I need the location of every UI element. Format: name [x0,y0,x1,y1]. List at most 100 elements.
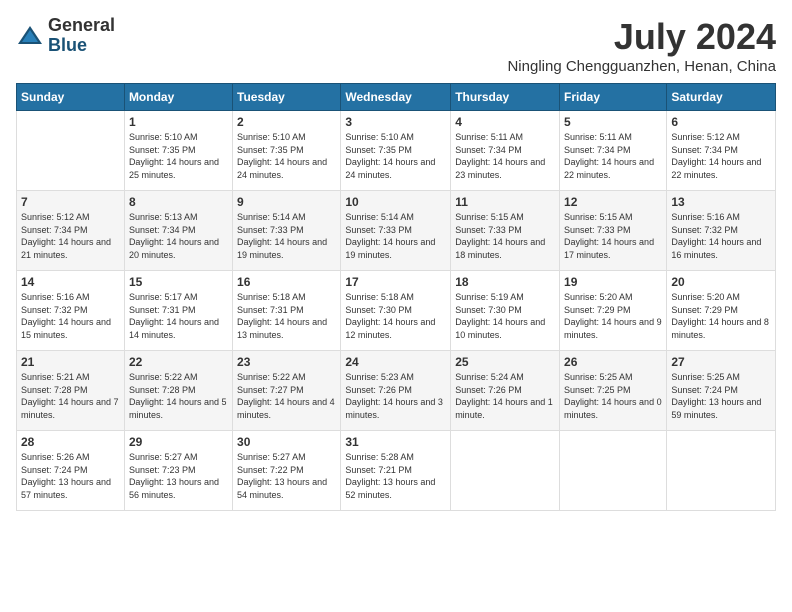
day-info: Sunrise: 5:28 AMSunset: 7:21 PMDaylight:… [345,451,446,501]
day-info: Sunrise: 5:10 AMSunset: 7:35 PMDaylight:… [129,131,228,181]
month-title: July 2024 [507,16,776,58]
calendar-cell: 8Sunrise: 5:13 AMSunset: 7:34 PMDaylight… [124,191,232,271]
day-number: 12 [564,195,662,209]
header-monday: Monday [124,84,232,111]
day-number: 22 [129,355,228,369]
day-info: Sunrise: 5:22 AMSunset: 7:27 PMDaylight:… [237,371,336,421]
calendar-cell [451,431,560,511]
day-info: Sunrise: 5:11 AMSunset: 7:34 PMDaylight:… [455,131,555,181]
day-info: Sunrise: 5:27 AMSunset: 7:23 PMDaylight:… [129,451,228,501]
day-info: Sunrise: 5:13 AMSunset: 7:34 PMDaylight:… [129,211,228,261]
day-info: Sunrise: 5:14 AMSunset: 7:33 PMDaylight:… [345,211,446,261]
day-number: 13 [671,195,771,209]
logo-blue-text: Blue [48,36,115,56]
calendar-cell: 25 Sunrise: 5:24 AMSunset: 7:26 PMDayligh… [451,351,560,431]
calendar-week-5: 28Sunrise: 5:26 AMSunset: 7:24 PMDayligh… [17,431,776,511]
calendar-cell: 18 Sunrise: 5:19 AMSunset: 7:30 PMDayligh… [451,271,560,351]
calendar-cell: 26 Sunrise: 5:25 AMSunset: 7:25 PMDayligh… [560,351,667,431]
day-number: 2 [237,115,336,129]
day-number: 16 [237,275,336,289]
calendar-cell: 27 Sunrise: 5:25 AMSunset: 7:24 PMDayligh… [667,351,776,431]
day-info: Sunrise: 5:25 AMSunset: 7:24 PMDaylight:… [671,371,771,421]
day-number: 4 [455,115,555,129]
day-info: Sunrise: 5:22 AMSunset: 7:28 PMDaylight:… [129,371,228,421]
logo-icon [16,22,44,50]
calendar-header-row: SundayMondayTuesdayWednesdayThursdayFrid… [17,84,776,111]
day-info: Sunrise: 5:16 AMSunset: 7:32 PMDaylight:… [671,211,771,261]
calendar-cell: 31 Sunrise: 5:28 AMSunset: 7:21 PMDayligh… [341,431,451,511]
calendar-cell: 24 Sunrise: 5:23 AMSunset: 7:26 PMDayligh… [341,351,451,431]
day-number: 27 [671,355,771,369]
calendar-cell: 16 Sunrise: 5:18 AMSunset: 7:31 PMDayligh… [233,271,341,351]
calendar-cell: 23 Sunrise: 5:22 AMSunset: 7:27 PMDayligh… [233,351,341,431]
day-info: Sunrise: 5:25 AMSunset: 7:25 PMDaylight:… [564,371,662,421]
day-number: 14 [21,275,120,289]
calendar-cell [667,431,776,511]
day-number: 31 [345,435,446,449]
calendar-cell: 10 Sunrise: 5:14 AMSunset: 7:33 PMDayligh… [341,191,451,271]
calendar-cell: 28Sunrise: 5:26 AMSunset: 7:24 PMDayligh… [17,431,125,511]
calendar-cell: 30Sunrise: 5:27 AMSunset: 7:22 PMDayligh… [233,431,341,511]
day-info: Sunrise: 5:23 AMSunset: 7:26 PMDaylight:… [345,371,446,421]
day-number: 23 [237,355,336,369]
calendar-cell: 11Sunrise: 5:15 AMSunset: 7:33 PMDayligh… [451,191,560,271]
day-number: 3 [345,115,446,129]
day-number: 6 [671,115,771,129]
day-info: Sunrise: 5:12 AMSunset: 7:34 PMDaylight:… [671,131,771,181]
location-title: Ningling Chengguanzhen, Henan, China [507,58,776,75]
day-number: 21 [21,355,120,369]
day-number: 25 [455,355,555,369]
calendar-cell: 15Sunrise: 5:17 AMSunset: 7:31 PMDayligh… [124,271,232,351]
calendar-cell: 17 Sunrise: 5:18 AMSunset: 7:30 PMDayligh… [341,271,451,351]
calendar-cell: 9 Sunrise: 5:14 AMSunset: 7:33 PMDaylight… [233,191,341,271]
calendar-cell: 29Sunrise: 5:27 AMSunset: 7:23 PMDayligh… [124,431,232,511]
day-number: 9 [237,195,336,209]
day-info: Sunrise: 5:14 AMSunset: 7:33 PMDaylight:… [237,211,336,261]
calendar-week-3: 14 Sunrise: 5:16 AMSunset: 7:32 PMDayligh… [17,271,776,351]
day-number: 1 [129,115,228,129]
day-info: Sunrise: 5:24 AMSunset: 7:26 PMDaylight:… [455,371,555,421]
calendar-cell: 21 Sunrise: 5:21 AMSunset: 7:28 PMDayligh… [17,351,125,431]
day-info: Sunrise: 5:20 AMSunset: 7:29 PMDaylight:… [564,291,662,341]
day-info: Sunrise: 5:19 AMSunset: 7:30 PMDaylight:… [455,291,555,341]
calendar-week-2: 7 Sunrise: 5:12 AMSunset: 7:34 PMDaylight… [17,191,776,271]
page-header: General Blue July 2024 Ningling Chenggua… [16,16,776,75]
header-friday: Friday [560,84,667,111]
calendar-cell: 22 Sunrise: 5:22 AMSunset: 7:28 PMDayligh… [124,351,232,431]
day-number: 19 [564,275,662,289]
day-number: 28 [21,435,120,449]
day-info: Sunrise: 5:27 AMSunset: 7:22 PMDaylight:… [237,451,336,501]
day-number: 24 [345,355,446,369]
day-info: Sunrise: 5:18 AMSunset: 7:30 PMDaylight:… [345,291,446,341]
calendar-cell: 6 Sunrise: 5:12 AMSunset: 7:34 PMDaylight… [667,111,776,191]
calendar-cell: 5Sunrise: 5:11 AMSunset: 7:34 PMDaylight… [560,111,667,191]
calendar-week-4: 21 Sunrise: 5:21 AMSunset: 7:28 PMDayligh… [17,351,776,431]
day-info: Sunrise: 5:21 AMSunset: 7:28 PMDaylight:… [21,371,120,421]
calendar-cell: 20Sunrise: 5:20 AMSunset: 7:29 PMDayligh… [667,271,776,351]
calendar-cell [560,431,667,511]
title-block: July 2024 Ningling Chengguanzhen, Henan,… [507,16,776,75]
day-number: 26 [564,355,662,369]
day-info: Sunrise: 5:16 AMSunset: 7:32 PMDaylight:… [21,291,120,341]
logo-text: General Blue [48,16,115,56]
day-info: Sunrise: 5:18 AMSunset: 7:31 PMDaylight:… [237,291,336,341]
day-info: Sunrise: 5:10 AMSunset: 7:35 PMDaylight:… [237,131,336,181]
logo-general-text: General [48,16,115,36]
day-info: Sunrise: 5:12 AMSunset: 7:34 PMDaylight:… [21,211,120,261]
day-number: 7 [21,195,120,209]
logo: General Blue [16,16,115,56]
calendar-cell: 14 Sunrise: 5:16 AMSunset: 7:32 PMDayligh… [17,271,125,351]
header-saturday: Saturday [667,84,776,111]
header-sunday: Sunday [17,84,125,111]
calendar-cell [17,111,125,191]
day-number: 10 [345,195,446,209]
day-number: 18 [455,275,555,289]
calendar-cell: 4 Sunrise: 5:11 AMSunset: 7:34 PMDaylight… [451,111,560,191]
calendar-cell: 12Sunrise: 5:15 AMSunset: 7:33 PMDayligh… [560,191,667,271]
day-number: 11 [455,195,555,209]
day-number: 5 [564,115,662,129]
day-info: Sunrise: 5:17 AMSunset: 7:31 PMDaylight:… [129,291,228,341]
day-info: Sunrise: 5:20 AMSunset: 7:29 PMDaylight:… [671,291,771,341]
day-number: 17 [345,275,446,289]
calendar-cell: 7 Sunrise: 5:12 AMSunset: 7:34 PMDaylight… [17,191,125,271]
